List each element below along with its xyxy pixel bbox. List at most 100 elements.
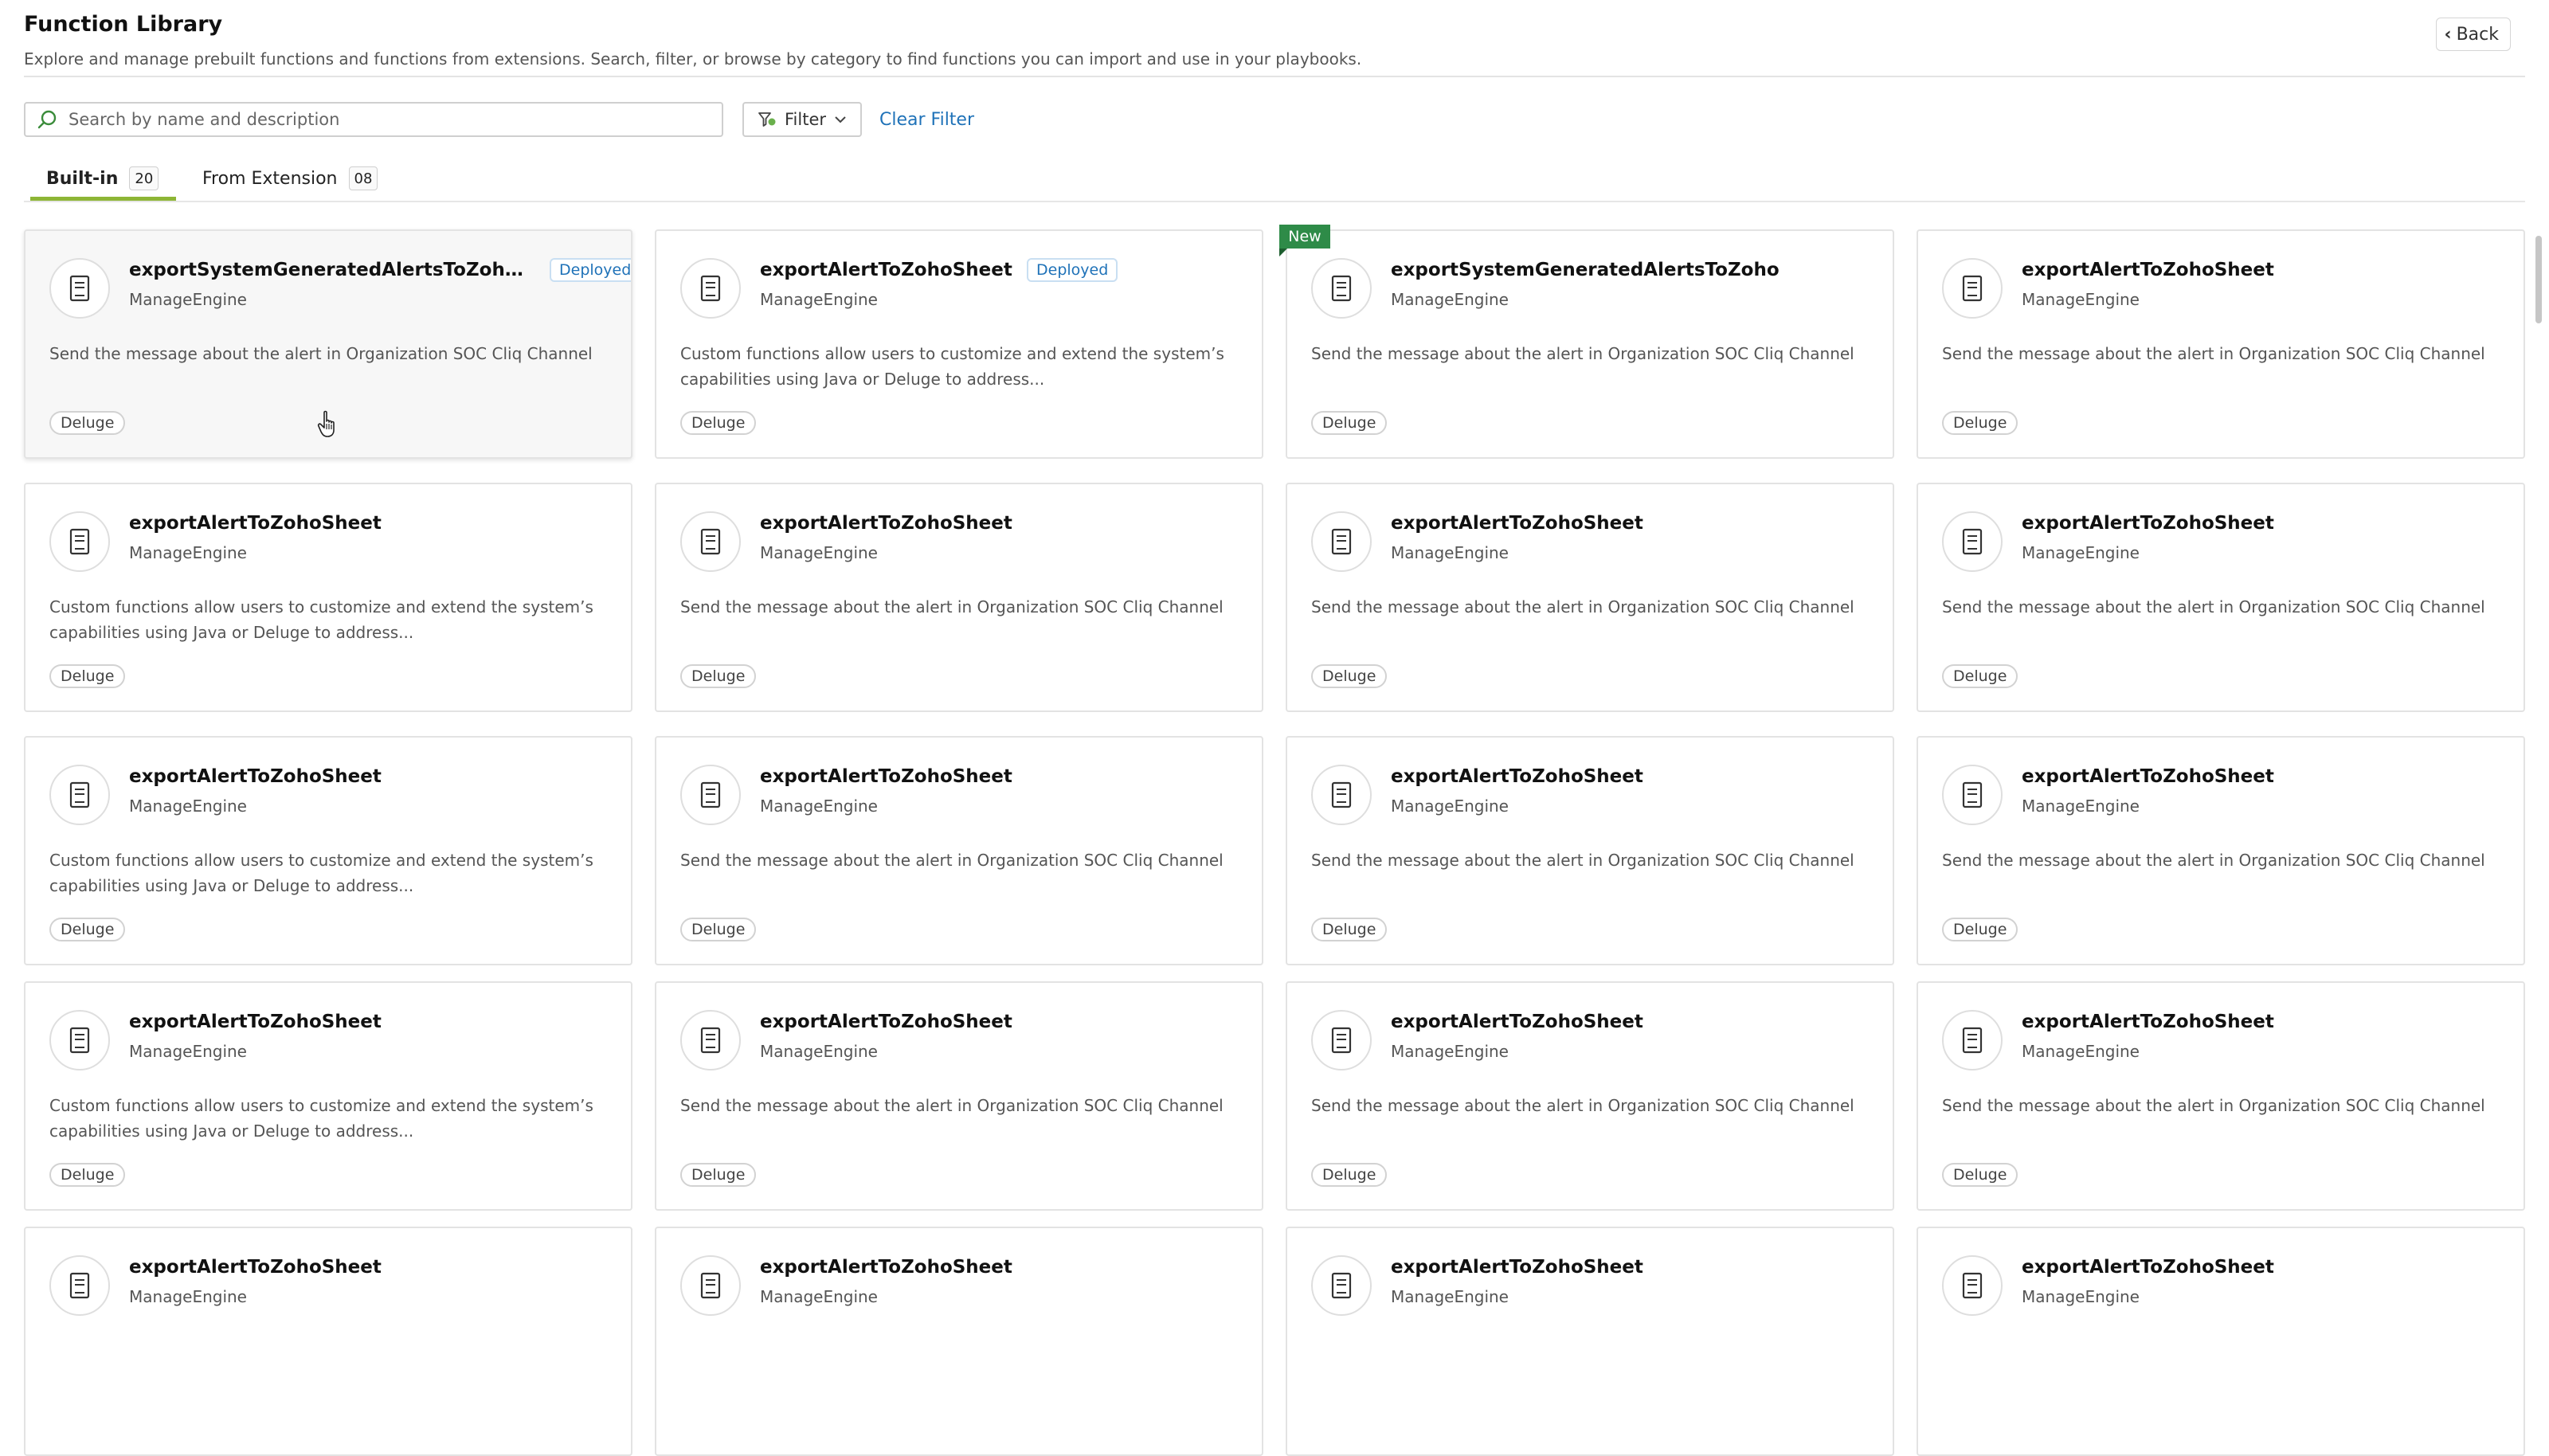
document-icon [680, 1010, 741, 1070]
function-card[interactable]: exportAlertToZohoSheet ManageEngine Send t… [1917, 483, 2525, 712]
function-vendor: ManageEngine [129, 543, 247, 562]
document-icon [680, 765, 741, 825]
function-name: exportAlertToZohoSheet [760, 260, 1012, 280]
scrollbar[interactable] [2531, 233, 2544, 1320]
language-tag: Deluge [49, 411, 126, 435]
function-card[interactable]: exportAlertToZohoSheet ManageEngine Send t… [1286, 483, 1894, 712]
function-card[interactable]: exportAlertToZohoSheet ManageEngine [1286, 1227, 1894, 1456]
function-card[interactable]: exportAlertToZohoSheet ManageEngine Send t… [1917, 981, 2525, 1211]
function-vendor: ManageEngine [2022, 1042, 2140, 1061]
function-description: Send the message about the alert in Orga… [49, 344, 593, 363]
function-vendor: ManageEngine [760, 1287, 878, 1306]
function-card[interactable]: exportAlertToZohoSheet ManageEngine Send t… [1286, 736, 1894, 965]
document-icon [1311, 258, 1372, 319]
function-vendor: ManageEngine [760, 796, 878, 816]
function-vendor: ManageEngine [760, 543, 878, 562]
function-library-page: Function Library Explore and manage preb… [0, 0, 2549, 1456]
function-vendor: ManageEngine [2022, 543, 2140, 562]
function-name: exportAlertToZohoSheet [1391, 766, 1643, 787]
function-card[interactable]: exportAlertToZohoSheet ManageEngine Send t… [655, 736, 1263, 965]
document-icon [680, 258, 741, 319]
language-tag: Deluge [49, 918, 126, 941]
document-icon [1942, 765, 2003, 825]
document-icon [49, 511, 110, 572]
function-description: Send the message about the alert in Orga… [1942, 344, 2485, 363]
function-name: exportAlertToZohoSheet [760, 1257, 1012, 1278]
function-card[interactable]: exportAlertToZohoSheet ManageEngine Send t… [1286, 981, 1894, 1211]
language-tag: Deluge [680, 918, 757, 941]
language-tag: Deluge [680, 664, 757, 688]
function-name: exportAlertToZohoSheet [2022, 1257, 2274, 1278]
document-icon [49, 1010, 110, 1070]
function-name: exportAlertToZohoSheet [2022, 260, 2274, 280]
document-icon [1311, 765, 1372, 825]
function-vendor: ManageEngine [1391, 796, 1509, 816]
function-card[interactable]: exportAlertToZohoSheet ManageEngine Custom… [24, 736, 632, 965]
language-tag: Deluge [1942, 918, 2018, 941]
document-icon [1311, 1010, 1372, 1070]
function-name: exportAlertToZohoSheet [1391, 1012, 1643, 1032]
language-tag: Deluge [1311, 664, 1388, 688]
function-card[interactable]: exportAlertToZohoSheet ManageEngine Custom… [24, 483, 632, 712]
function-description: Custom functions allow users to customiz… [680, 344, 1224, 389]
function-description: Send the message about the alert in Orga… [680, 1096, 1224, 1115]
function-card[interactable]: exportSystemGeneratedAlertsToZoho ManageE… [1286, 229, 1894, 459]
function-vendor: ManageEngine [129, 1042, 247, 1061]
function-vendor: ManageEngine [129, 796, 247, 816]
function-card[interactable]: exportAlertToZohoSheet ManageEngine [1917, 1227, 2525, 1456]
function-name: exportAlertToZohoSheet [760, 766, 1012, 787]
function-vendor: ManageEngine [1391, 290, 1509, 309]
function-card[interactable]: exportAlertToZohoSheet ManageEngine Send t… [1917, 736, 2525, 965]
function-card[interactable]: exportAlertToZohoSheet ManageEngine Send t… [1917, 229, 2525, 459]
function-description: Send the message about the alert in Orga… [1311, 851, 1854, 870]
function-description: Custom functions allow users to customiz… [49, 1096, 593, 1141]
function-card[interactable]: exportAlertToZohoSheet ManageEngine Send t… [655, 483, 1263, 712]
function-card[interactable]: exportAlertToZohoSheet ManageEngine [24, 1227, 632, 1456]
language-tag: Deluge [1942, 411, 2018, 435]
function-vendor: ManageEngine [2022, 1287, 2140, 1306]
function-vendor: ManageEngine [760, 290, 878, 309]
function-card[interactable]: exportAlertToZohoSheet Deployed ManageEngi… [655, 229, 1263, 459]
function-description: Send the message about the alert in Orga… [1311, 1096, 1854, 1115]
function-card[interactable]: exportAlertToZohoSheet ManageEngine Send t… [655, 981, 1263, 1211]
function-name: exportAlertToZohoSheet [2022, 513, 2274, 534]
function-description: Send the message about the alert in Orga… [1311, 597, 1854, 616]
function-description: Custom functions allow users to customiz… [49, 851, 593, 895]
function-description: Send the message about the alert in Orga… [1942, 597, 2485, 616]
language-tag: Deluge [49, 1163, 126, 1187]
function-card-grid: exportSystemGeneratedAlertsToZohoAna... D… [0, 0, 2549, 1456]
function-name: exportAlertToZohoSheet [1391, 1257, 1643, 1278]
deployed-badge: Deployed [550, 258, 631, 282]
function-description: Custom functions allow users to customiz… [49, 597, 593, 642]
scrollbar-thumb[interactable] [2535, 236, 2542, 323]
function-vendor: ManageEngine [1391, 543, 1509, 562]
document-icon [49, 258, 110, 319]
language-tag: Deluge [1942, 1163, 2018, 1187]
document-icon [680, 511, 741, 572]
function-vendor: ManageEngine [2022, 796, 2140, 816]
function-name: exportSystemGeneratedAlertsToZoho [1391, 260, 1780, 280]
document-icon [1942, 1010, 2003, 1070]
function-card[interactable]: exportAlertToZohoSheet ManageEngine Custom… [24, 981, 632, 1211]
function-name: exportAlertToZohoSheet [2022, 766, 2274, 787]
function-name: exportAlertToZohoSheet [129, 1257, 382, 1278]
function-vendor: ManageEngine [129, 290, 247, 309]
document-icon [1311, 1255, 1372, 1316]
function-description: Send the message about the alert in Orga… [680, 851, 1224, 870]
function-name: exportAlertToZohoSheet [760, 513, 1012, 534]
document-icon [49, 765, 110, 825]
language-tag: Deluge [680, 411, 757, 435]
document-icon [1942, 258, 2003, 319]
function-name: exportAlertToZohoSheet [760, 1012, 1012, 1032]
document-icon [1942, 1255, 2003, 1316]
function-vendor: ManageEngine [129, 1287, 247, 1306]
function-name: exportAlertToZohoSheet [129, 513, 382, 534]
function-vendor: ManageEngine [2022, 290, 2140, 309]
language-tag: Deluge [1311, 411, 1388, 435]
function-name: exportAlertToZohoSheet [129, 1012, 382, 1032]
document-icon [680, 1255, 741, 1316]
language-tag: Deluge [49, 664, 126, 688]
function-vendor: ManageEngine [1391, 1042, 1509, 1061]
function-description: Send the message about the alert in Orga… [680, 597, 1224, 616]
function-card[interactable]: exportAlertToZohoSheet ManageEngine [655, 1227, 1263, 1456]
